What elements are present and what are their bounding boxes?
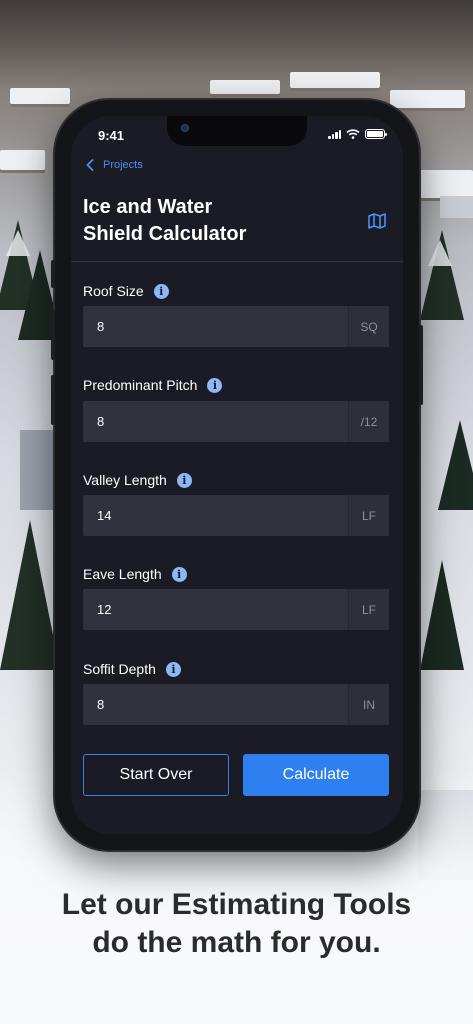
field-label-text: Eave Length [83, 566, 162, 582]
roof-size-label: Roof Size i [83, 283, 169, 299]
camera-icon [181, 124, 189, 132]
roof-size-field: SQ [83, 306, 389, 347]
background-roof [290, 72, 380, 88]
background-house [440, 196, 473, 218]
soffit-depth-label: Soffit Depth i [83, 661, 181, 677]
phone-side-button [51, 375, 55, 425]
info-icon[interactable]: i [165, 661, 181, 677]
info-icon[interactable]: i [207, 377, 223, 393]
info-icon[interactable]: i [171, 566, 187, 582]
valley-length-field: LF [83, 495, 389, 536]
valley-length-input[interactable] [83, 495, 348, 536]
soffit-depth-field: IN [83, 684, 389, 725]
background-tree [0, 520, 60, 670]
background-roof [420, 170, 473, 198]
page-title: Ice and Water Shield Calculator [83, 194, 323, 248]
phone-frame: 9:41 Projects Ice and Water Shield Calcu… [51, 100, 423, 850]
signal-icon [328, 129, 341, 139]
calculate-button[interactable]: Calculate [243, 754, 389, 796]
background-house [20, 430, 55, 510]
caption-line2: do the math for you. [92, 926, 381, 959]
phone-notch [167, 116, 307, 146]
caption-line1: Let our Estimating Tools [61, 888, 412, 921]
app-screen: 9:41 Projects Ice and Water Shield Calcu… [71, 116, 403, 834]
unit-label: LF [348, 495, 389, 536]
eave-length-field: LF [83, 589, 389, 630]
wifi-icon [346, 129, 360, 139]
back-link-label: Projects [103, 159, 143, 171]
unit-label: SQ [348, 306, 389, 347]
chevron-left-icon [86, 159, 94, 171]
start-over-button[interactable]: Start Over [83, 754, 229, 796]
unit-label: IN [348, 684, 389, 725]
background-tree [420, 560, 464, 670]
info-icon[interactable]: i [176, 472, 192, 488]
header-divider [71, 261, 403, 262]
predominant-pitch-label: Predominant Pitch i [83, 377, 223, 393]
eave-length-label: Eave Length i [83, 566, 187, 582]
background-roof [390, 90, 465, 108]
unit-label: /12 [348, 401, 389, 442]
field-label-text: Soffit Depth [83, 661, 156, 677]
predominant-pitch-input[interactable] [83, 401, 348, 442]
background-tree [438, 420, 473, 510]
marketing-caption: Let our Estimating Tools do the math for… [0, 886, 473, 962]
status-time: 9:41 [98, 128, 125, 143]
page-title-line1: Ice and Water [83, 196, 213, 218]
phone-power-button [419, 325, 423, 405]
back-link[interactable]: Projects [85, 159, 143, 171]
field-label-text: Roof Size [83, 283, 144, 299]
phone-side-button [51, 310, 55, 360]
phone-side-button [51, 260, 55, 288]
eave-length-input[interactable] [83, 589, 348, 630]
background-roof [10, 88, 70, 104]
battery-icon [365, 129, 387, 139]
field-label-text: Valley Length [83, 472, 167, 488]
soffit-depth-input[interactable] [83, 684, 348, 725]
map-icon[interactable] [367, 211, 387, 231]
predominant-pitch-field: /12 [83, 401, 389, 442]
roof-size-input[interactable] [83, 306, 348, 347]
field-label-text: Predominant Pitch [83, 377, 198, 393]
background-snow [428, 240, 452, 266]
valley-length-label: Valley Length i [83, 472, 192, 488]
background-roof [210, 80, 280, 94]
page-title-line2: Shield Calculator [83, 223, 247, 245]
background-roof [0, 150, 45, 170]
info-icon[interactable]: i [153, 283, 169, 299]
status-icons [328, 129, 387, 139]
unit-label: LF [348, 589, 389, 630]
background-snow [6, 230, 30, 256]
